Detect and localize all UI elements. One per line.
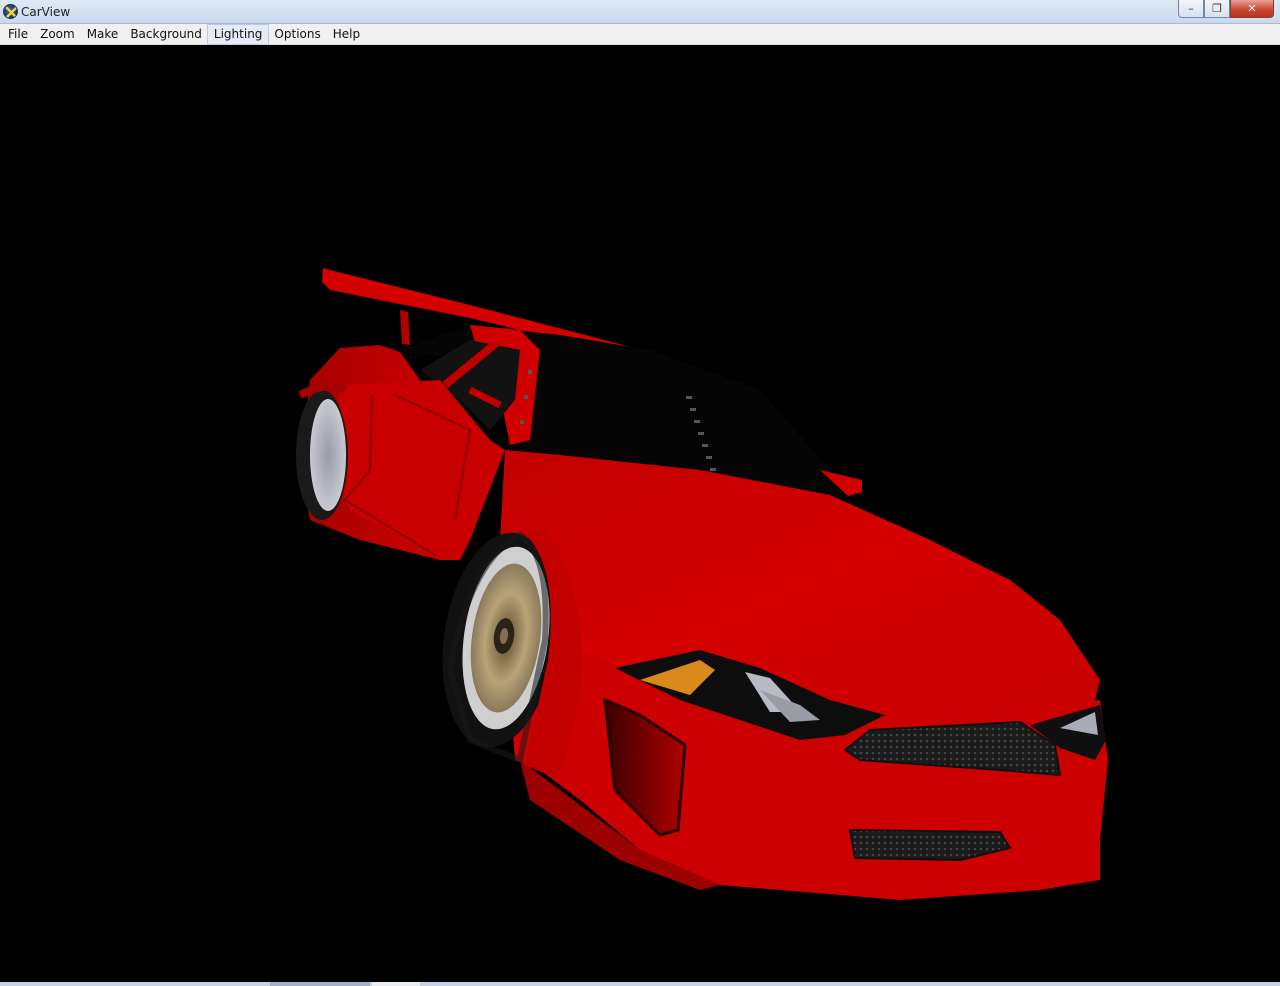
- menu-make[interactable]: Make: [81, 25, 125, 44]
- app-icon: [3, 4, 18, 19]
- minimize-icon: –: [1188, 2, 1194, 15]
- menu-lighting[interactable]: Lighting: [206, 23, 270, 45]
- window-controls: – ❐ ✕: [1178, 0, 1274, 19]
- maximize-button[interactable]: ❐: [1204, 0, 1230, 18]
- menu-zoom[interactable]: Zoom: [34, 25, 81, 44]
- close-button[interactable]: ✕: [1230, 0, 1274, 18]
- minimize-button[interactable]: –: [1178, 0, 1204, 18]
- menu-bar: File Zoom Make Background Lighting Optio…: [0, 23, 1280, 45]
- car-render: [296, 268, 1108, 900]
- window-title: CarView: [21, 5, 71, 19]
- menu-background[interactable]: Background: [124, 25, 208, 44]
- menu-help[interactable]: Help: [327, 25, 366, 44]
- maximize-icon: ❐: [1212, 2, 1222, 15]
- menu-file[interactable]: File: [2, 25, 34, 44]
- menu-options[interactable]: Options: [268, 25, 326, 44]
- taskbar-strip: [0, 982, 1280, 986]
- title-bar: CarView – ❐ ✕: [0, 0, 1280, 24]
- render-viewport[interactable]: [0, 45, 1280, 982]
- close-icon: ✕: [1247, 2, 1257, 15]
